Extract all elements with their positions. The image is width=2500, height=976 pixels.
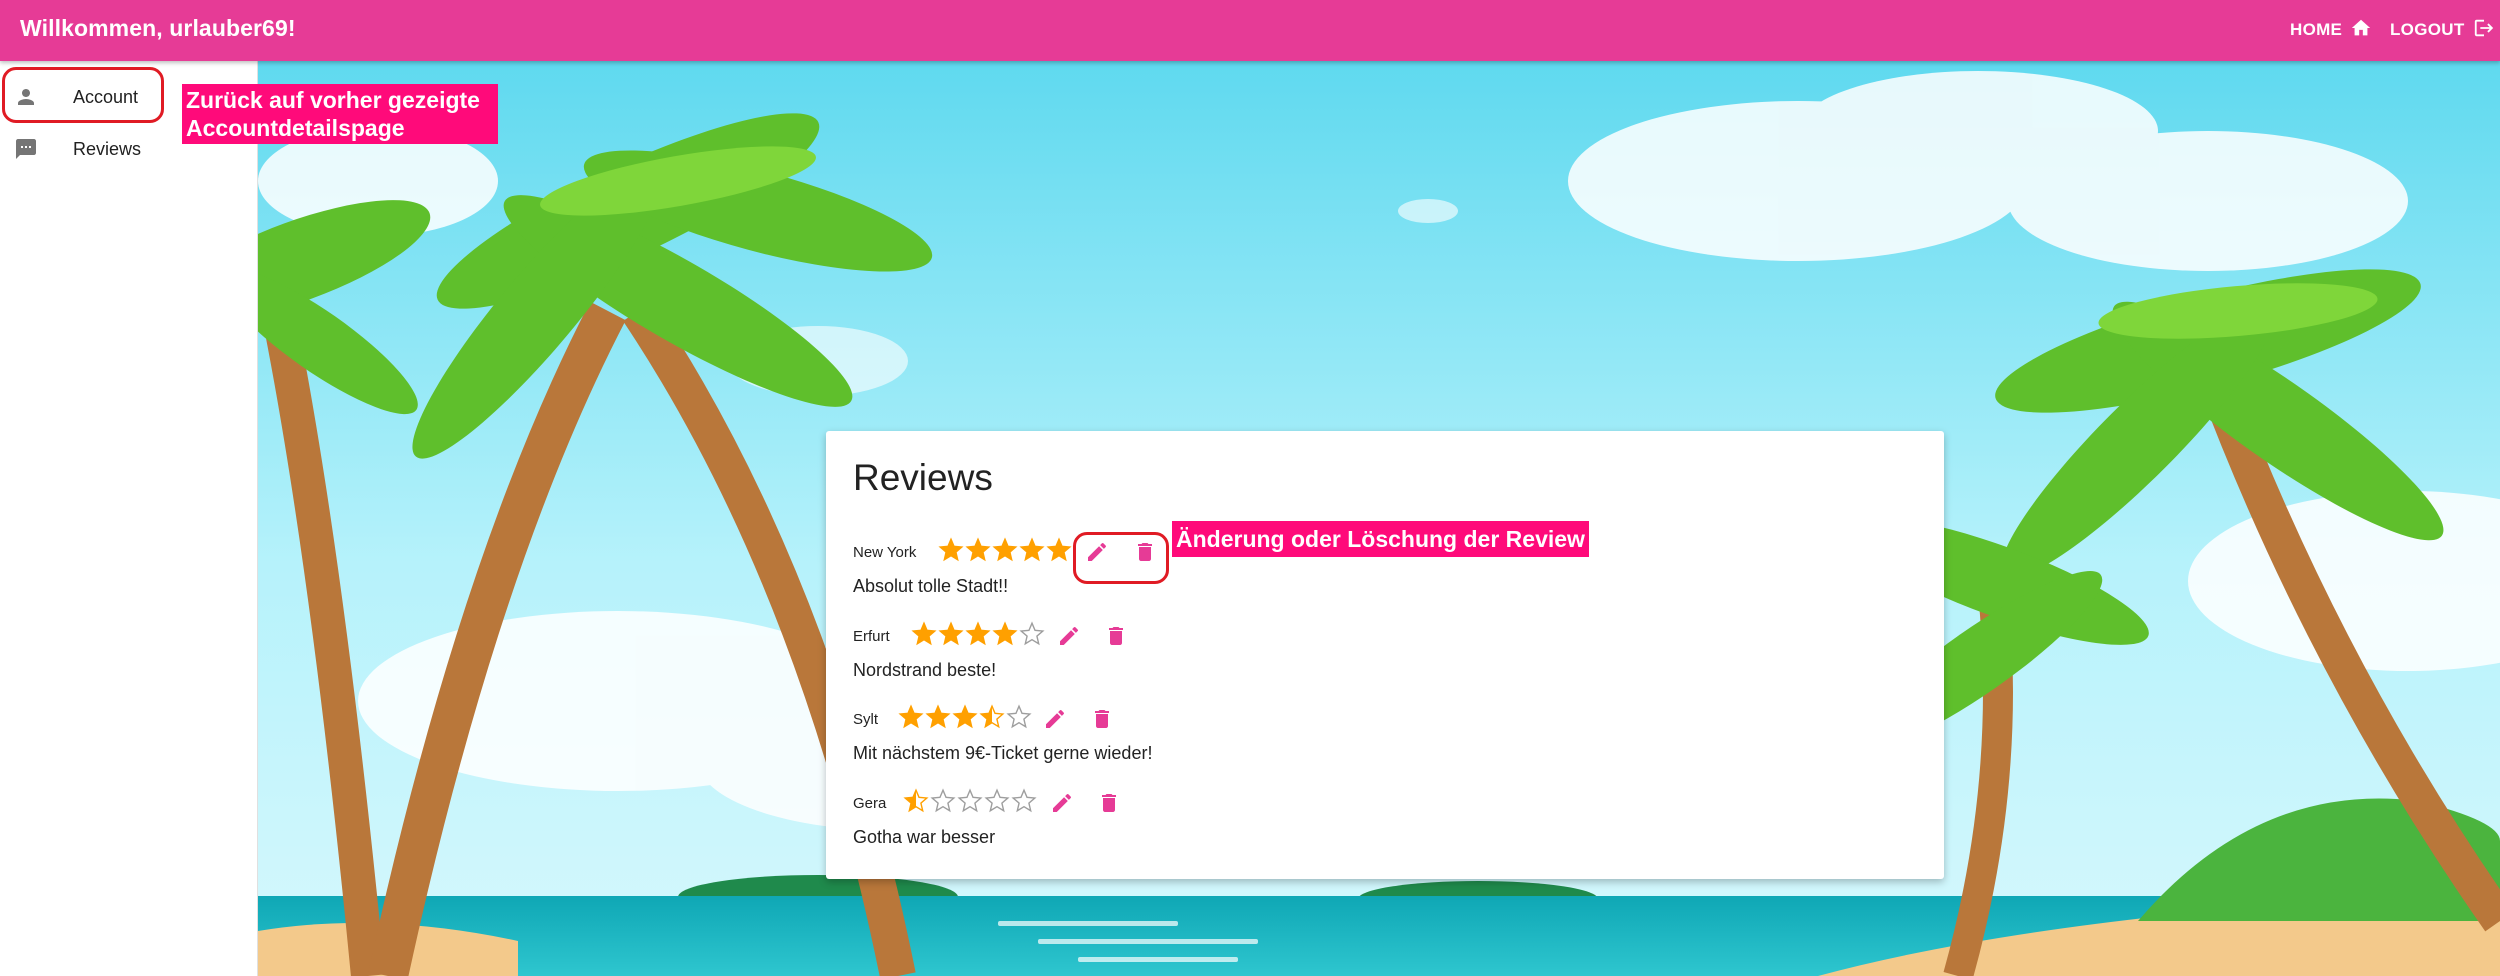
star-rating xyxy=(938,537,1072,563)
star-empty-icon xyxy=(1011,788,1037,813)
logout-button[interactable]: LOGOUT xyxy=(2390,14,2495,46)
logout-icon xyxy=(2473,17,2495,44)
star-filled-icon xyxy=(938,537,964,562)
edit-icon[interactable] xyxy=(1050,791,1074,815)
star-filled-icon xyxy=(992,621,1018,646)
review-comment: Nordstrand beste! xyxy=(853,660,997,680)
welcome-title: Willkommen, urlauber69! xyxy=(20,15,296,41)
edit-icon[interactable] xyxy=(1085,540,1109,564)
delete-icon[interactable] xyxy=(1090,707,1114,731)
person-icon xyxy=(14,85,38,109)
sidebar-item-label: Reviews xyxy=(73,138,142,159)
star-empty-icon xyxy=(957,788,983,813)
star-empty-icon xyxy=(1019,621,1045,646)
annotation-label-review-actions: Änderung oder Löschung der Review xyxy=(1172,521,1589,557)
star-rating xyxy=(903,788,1037,814)
delete-icon[interactable] xyxy=(1104,624,1128,648)
star-empty-icon xyxy=(1006,704,1032,729)
review-city: Gera xyxy=(853,795,887,812)
star-empty-icon xyxy=(930,788,956,813)
star-filled-icon xyxy=(952,704,978,729)
star-half-icon xyxy=(903,788,929,813)
sidebar: Account Reviews xyxy=(0,61,258,976)
edit-icon[interactable] xyxy=(1043,707,1067,731)
sidebar-item-label: Account xyxy=(73,86,139,107)
edit-icon[interactable] xyxy=(1057,624,1081,648)
review-comment: Mit nächstem 9€-Ticket gerne wieder! xyxy=(853,743,1153,763)
home-button[interactable]: HOME xyxy=(2290,14,2372,46)
comment-icon xyxy=(14,137,38,161)
review-city: New York xyxy=(853,544,917,561)
star-filled-icon xyxy=(965,621,991,646)
star-empty-icon xyxy=(984,788,1010,813)
star-filled-icon xyxy=(911,621,937,646)
star-rating xyxy=(911,621,1045,647)
star-filled-icon xyxy=(992,537,1018,562)
home-icon xyxy=(2350,17,2372,44)
star-filled-icon xyxy=(898,704,924,729)
reviews-card: Reviews New York Absolut tolle Stadt!! E… xyxy=(826,431,1944,879)
star-filled-icon xyxy=(1046,537,1072,562)
home-button-label: HOME xyxy=(2290,20,2343,39)
star-rating xyxy=(898,704,1032,730)
logout-button-label: LOGOUT xyxy=(2390,20,2465,39)
star-filled-icon xyxy=(965,537,991,562)
star-filled-icon xyxy=(938,621,964,646)
annotation-text: Änderung oder Löschung der Review xyxy=(1176,526,1585,552)
review-comment: Gotha war besser xyxy=(853,827,996,847)
card-title: Reviews xyxy=(853,457,993,498)
star-filled-icon xyxy=(1019,537,1045,562)
annotation-text: Zurück auf vorher gezeigte Accountdetail… xyxy=(186,87,480,141)
delete-icon[interactable] xyxy=(1097,791,1121,815)
review-city: Erfurt xyxy=(853,628,890,645)
delete-icon[interactable] xyxy=(1133,540,1157,564)
annotation-label-account: Zurück auf vorher gezeigte Accountdetail… xyxy=(182,84,498,144)
top-app-bar: Willkommen, urlauber69! HOME LOGOUT xyxy=(0,0,2500,61)
star-filled-icon xyxy=(925,704,951,729)
review-comment: Absolut tolle Stadt!! xyxy=(853,576,1009,596)
review-city: Sylt xyxy=(853,711,879,728)
star-half-icon xyxy=(979,704,1005,729)
